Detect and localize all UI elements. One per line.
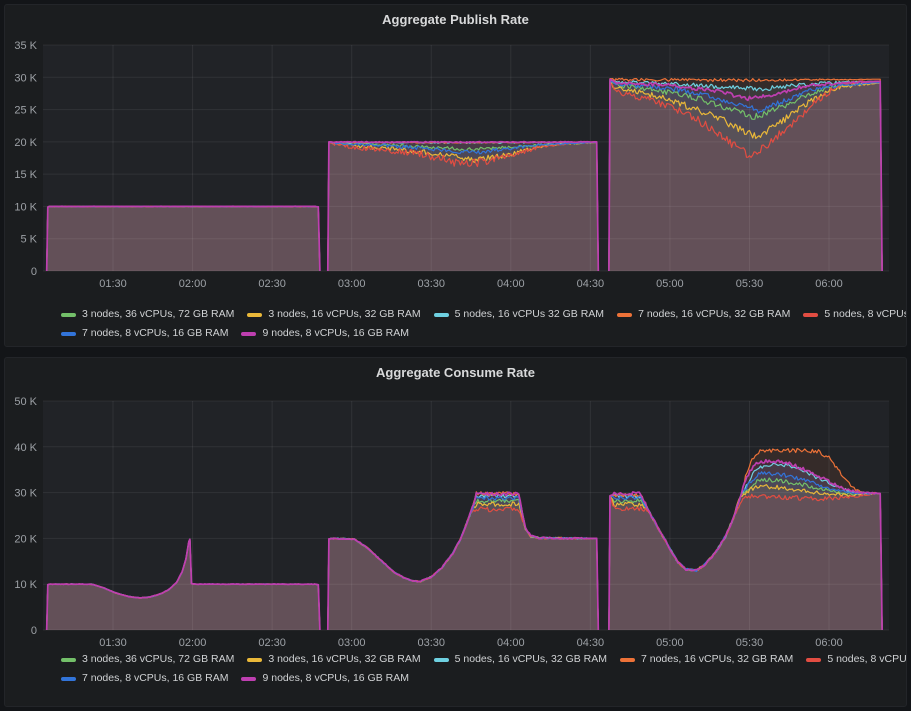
legend-item[interactable]: 5 nodes, 16 vCPUs, 32 GB RAM (434, 650, 607, 669)
legend-label: 5 nodes, 16 vCPUs 32 GB RAM (455, 308, 604, 320)
y-tick-label: 10 K (14, 579, 37, 591)
legend-swatch (803, 313, 818, 317)
legend-item[interactable]: 5 nodes, 16 vCPUs 32 GB RAM (434, 305, 604, 324)
legend-swatch (61, 313, 76, 317)
x-tick-label: 04:00 (497, 278, 525, 290)
legend-swatch (61, 332, 76, 336)
legend-swatch (241, 332, 256, 336)
legend-label: 7 nodes, 8 vCPUs, 16 GB RAM (82, 327, 228, 339)
consume-rate-chart-canvas[interactable]: 0 10 K 20 K 30 K 40 K 50 K 01:30 02:00 02:30 03:0… (5, 382, 907, 650)
series-area (609, 79, 882, 271)
panel-title-consume[interactable]: Aggregate Consume Rate (5, 358, 906, 382)
legend-item[interactable]: 7 nodes, 16 vCPUs, 32 GB RAM (617, 305, 790, 324)
legend-label: 3 nodes, 16 vCPUs, 32 GB RAM (268, 308, 420, 320)
legend-swatch (617, 313, 632, 317)
y-tick-label: 25 K (14, 105, 37, 117)
legend-row-1: 3 nodes, 36 vCPUs, 72 GB RAM 3 nodes, 16 … (61, 305, 906, 324)
legend-item[interactable]: 7 nodes, 16 vCPUs, 32 GB RAM (620, 650, 793, 669)
y-tick-label: 5 K (20, 234, 37, 246)
y-tick-label: 0 (31, 625, 37, 637)
publish-rate-chart-canvas[interactable]: 0 5 K 10 K 15 K 20 K 25 K 30 K 35 K 01:30 02:00 02… (5, 29, 907, 305)
x-tick-label: 02:00 (179, 637, 207, 649)
legend-label: 3 nodes, 36 vCPUs, 72 GB RAM (82, 308, 234, 320)
legend-swatch (61, 658, 76, 662)
legend-swatch (806, 658, 821, 662)
legend-swatch (247, 658, 262, 662)
legend-swatch (247, 313, 262, 317)
x-tick-label: 01:30 (99, 637, 127, 649)
x-tick-label: 06:00 (815, 278, 843, 290)
legend-label: 7 nodes, 8 vCPUs, 16 GB RAM (82, 672, 228, 684)
legend-item[interactable]: 5 nodes, 8 vCPUs, 16 GB RAM (806, 650, 906, 669)
y-tick-label: 15 K (14, 169, 37, 181)
legend-item[interactable]: 7 nodes, 8 vCPUs, 16 GB RAM (61, 324, 228, 343)
legend-label: 9 nodes, 8 vCPUs, 16 GB RAM (262, 327, 408, 339)
x-tick-label: 03:00 (338, 278, 366, 290)
y-tick-label: 50 K (14, 396, 37, 408)
legend-swatch (434, 658, 449, 662)
y-tick-label: 20 K (14, 137, 37, 149)
x-tick-label: 03:30 (417, 278, 445, 290)
x-tick-label: 02:30 (258, 278, 286, 290)
legend-row-2: 7 nodes, 8 vCPUs, 16 GB RAM 9 nodes, 8 vC… (61, 669, 906, 688)
panel-title-publish[interactable]: Aggregate Publish Rate (5, 5, 906, 29)
y-tick-label: 30 K (14, 488, 37, 500)
panel-aggregate-publish-rate: Aggregate Publish Rate 0 5 K 10 K 15 K 20 K 2… (4, 4, 907, 347)
legend-label: 9 nodes, 8 vCPUs, 16 GB RAM (262, 672, 408, 684)
legend-label: 3 nodes, 36 vCPUs, 72 GB RAM (82, 653, 234, 665)
legend-item[interactable]: 7 nodes, 8 vCPUs, 16 GB RAM (61, 669, 228, 688)
legend-label: 5 nodes, 8 vCPUs, 16 GB RAM (824, 308, 906, 320)
y-tick-label: 10 K (14, 201, 37, 213)
legend-item[interactable]: 3 nodes, 36 vCPUs, 72 GB RAM (61, 650, 234, 669)
legend-swatch (241, 677, 256, 681)
x-tick-label: 04:30 (577, 637, 605, 649)
x-tick-label: 06:00 (815, 637, 843, 649)
x-tick-label: 04:30 (577, 278, 605, 290)
legend-swatch (620, 658, 635, 662)
legend-label: 7 nodes, 16 vCPUs, 32 GB RAM (641, 653, 793, 665)
x-tick-label: 03:30 (417, 637, 445, 649)
x-tick-label: 03:00 (338, 637, 366, 649)
legend-item[interactable]: 3 nodes, 16 vCPUs, 32 GB RAM (247, 305, 420, 324)
x-tick-label: 01:30 (99, 278, 127, 290)
legend-item[interactable]: 5 nodes, 8 vCPUs, 16 GB RAM (803, 305, 906, 324)
y-tick-label: 40 K (14, 442, 37, 454)
x-tick-label: 05:00 (656, 278, 684, 290)
x-tick-label: 04:00 (497, 637, 525, 649)
legend-item[interactable]: 3 nodes, 16 vCPUs, 32 GB RAM (247, 650, 420, 669)
x-tick-label: 02:30 (258, 637, 286, 649)
x-tick-label: 05:30 (736, 278, 764, 290)
legend-item[interactable]: 3 nodes, 36 vCPUs, 72 GB RAM (61, 305, 234, 324)
legend-item[interactable]: 9 nodes, 8 vCPUs, 16 GB RAM (241, 669, 408, 688)
y-tick-label: 35 K (14, 40, 37, 52)
legend-item[interactable]: 9 nodes, 8 vCPUs, 16 GB RAM (241, 324, 408, 343)
y-tick-label: 20 K (14, 533, 37, 545)
panel-aggregate-consume-rate: Aggregate Consume Rate 0 10 K 20 K 30 K 40 K… (4, 357, 907, 707)
legend-swatch (434, 313, 449, 317)
legend-row-2: 7 nodes, 8 vCPUs, 16 GB RAM 9 nodes, 8 vC… (61, 324, 906, 343)
legend-row-1: 3 nodes, 36 vCPUs, 72 GB RAM 3 nodes, 16 … (61, 650, 906, 669)
legend-publish: 3 nodes, 36 vCPUs, 72 GB RAM 3 nodes, 16 … (5, 305, 906, 343)
legend-label: 3 nodes, 16 vCPUs, 32 GB RAM (268, 653, 420, 665)
legend-label: 5 nodes, 16 vCPUs, 32 GB RAM (455, 653, 607, 665)
x-tick-label: 05:00 (656, 637, 684, 649)
y-tick-label: 0 (31, 266, 37, 278)
x-tick-label: 05:30 (736, 637, 764, 649)
legend-consume: 3 nodes, 36 vCPUs, 72 GB RAM 3 nodes, 16 … (5, 650, 906, 688)
legend-swatch (61, 677, 76, 681)
x-tick-label: 02:00 (179, 278, 207, 290)
y-tick-label: 30 K (14, 72, 37, 84)
legend-label: 5 nodes, 8 vCPUs, 16 GB RAM (827, 653, 906, 665)
legend-label: 7 nodes, 16 vCPUs, 32 GB RAM (638, 308, 790, 320)
